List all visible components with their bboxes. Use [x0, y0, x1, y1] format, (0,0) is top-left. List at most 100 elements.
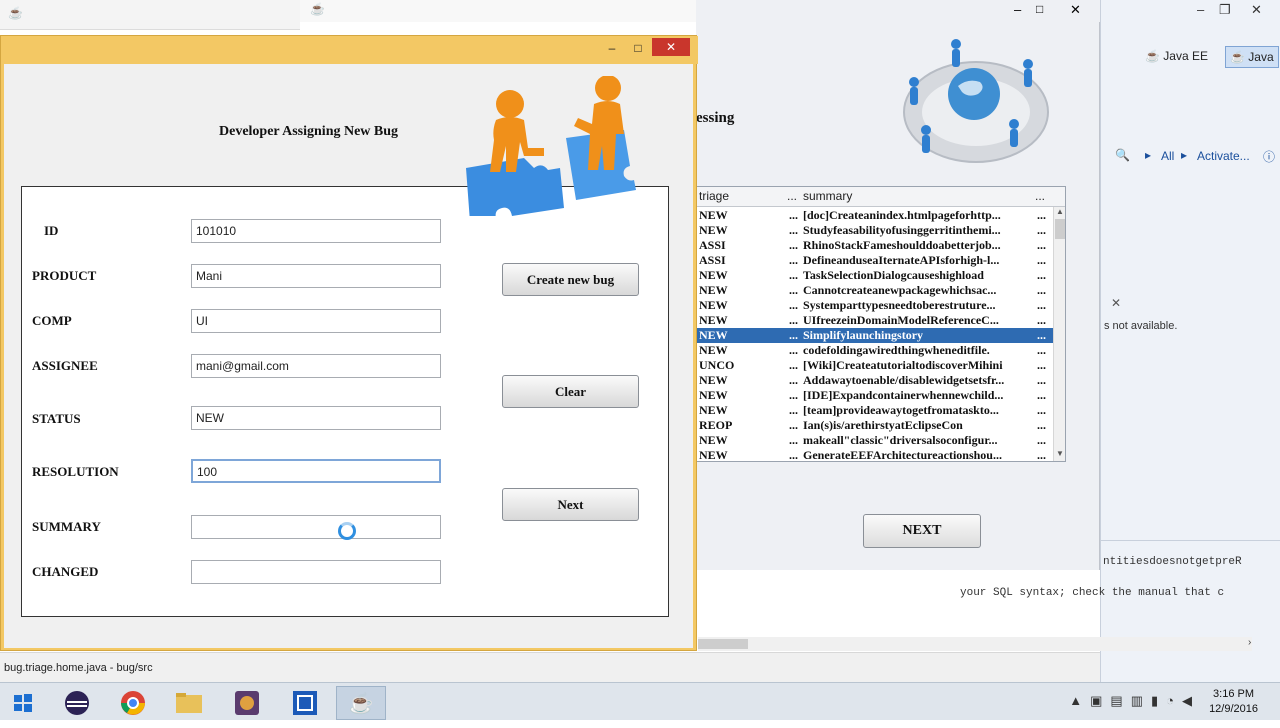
table-scrollbar[interactable]: ▲ ▼	[1053, 207, 1065, 461]
java-ide-taskbar-icon[interactable]	[222, 686, 272, 720]
cell-summary: DefineanduseaIternateAPIsforhigh-l...	[803, 253, 1000, 267]
assignee-field[interactable]: mani@gmail.com	[191, 354, 441, 378]
cell-ellipsis: ...	[789, 298, 798, 312]
scroll-thumb[interactable]	[698, 639, 748, 649]
column-header-triage[interactable]: triage	[699, 189, 729, 203]
cell-summary: Cannotcreateanewpackagewhichsac...	[803, 283, 997, 297]
java-ee-icon: ☕	[1145, 49, 1160, 63]
system-tray-icons[interactable]: ▲▣▤▥▮◔◀	[1069, 693, 1200, 709]
changed-field[interactable]	[191, 560, 441, 584]
field-label-id: ID	[44, 223, 59, 238]
scroll-up-icon[interactable]: ▲	[1056, 207, 1064, 216]
cell-ellipsis: ...	[789, 403, 798, 417]
create-new-bug-button[interactable]: Create new bug	[502, 263, 639, 296]
column-header-ellipsis[interactable]: ...	[787, 189, 797, 203]
minimize-icon[interactable]: –	[1014, 2, 1021, 17]
table-row[interactable]: NEW... TaskSelectionDialogcauseshighload.…	[697, 268, 1053, 283]
clear-button[interactable]: Clear	[502, 375, 639, 408]
table-row-selected[interactable]: NEW... Simplifylaunchingstory...	[697, 328, 1053, 343]
close-icon[interactable]: ✕	[1070, 2, 1081, 18]
file-explorer-taskbar-icon[interactable]	[164, 686, 214, 720]
status-field[interactable]: NEW	[191, 406, 441, 430]
search-icon[interactable]: 🔍	[1115, 148, 1130, 162]
close-view-icon[interactable]: ✕	[1111, 296, 1121, 310]
perspective-java-ee[interactable]: ☕ Java EE	[1141, 46, 1212, 68]
minimize-icon[interactable]: –	[1197, 2, 1204, 17]
chrome-taskbar-icon[interactable]	[108, 686, 158, 720]
cell-summary: makeall"classic"driversalsoconfigur...	[803, 433, 998, 447]
table-row[interactable]: NEW... makeall"classic"driversalsoconfigu…	[697, 433, 1053, 448]
cell-ellipsis: ...	[789, 388, 798, 402]
id-field[interactable]: 101010	[191, 219, 441, 243]
minimize-icon[interactable]: –	[601, 40, 623, 56]
triage-next-button[interactable]: NEXT	[863, 514, 981, 548]
cell-summary: UIfreezeinDomainModelReferenceC...	[803, 313, 999, 327]
windows-start-icon[interactable]	[0, 686, 46, 720]
cell-summary: [IDE]Expandcontainerwhennewchild...	[803, 388, 1004, 402]
cell-triage: NEW	[699, 283, 728, 297]
perspective-switcher: ☕ Java EE ☕ Java	[1107, 46, 1279, 68]
scroll-right-icon[interactable]: ›	[1248, 637, 1251, 648]
chevron-right-icon: ▸	[1181, 148, 1188, 162]
bug-table[interactable]: triage ... summary ... NEW... [doc]Create…	[696, 186, 1066, 462]
cell-summary: codefoldingawiredthingwheneditfile.	[803, 343, 990, 357]
table-row[interactable]: NEW... Cannotcreateanewpackagewhichsac...…	[697, 283, 1053, 298]
column-header-ellipsis[interactable]: ...	[1035, 189, 1045, 203]
table-row[interactable]: UNCO... [Wiki]CreateatutorialtodiscoverMi…	[697, 358, 1053, 373]
field-label-status: STATUS	[32, 411, 81, 426]
cell-triage: NEW	[699, 403, 728, 417]
horizontal-scrollbar[interactable]: ›	[698, 637, 1252, 651]
cell-ellipsis: ...	[789, 253, 798, 267]
java-app-icon: ☕	[8, 6, 23, 20]
java-app-taskbar-icon[interactable]: ☕	[336, 686, 386, 720]
table-row[interactable]: NEW... codefoldingawiredthingwheneditfile…	[697, 343, 1053, 358]
cell-ellipsis: ...	[1037, 238, 1046, 252]
clock-time: 3:16 PM	[1213, 688, 1255, 700]
system-clock[interactable]: 3:16 PM 12/9/2016	[1209, 687, 1258, 717]
table-row[interactable]: NEW... GenerateEEFArchitectureactionshou.…	[697, 448, 1053, 462]
form-title: Developer Assigning New Bug	[219, 124, 399, 139]
table-row[interactable]: ASSI... RhinoStackFameshoulddoabetterjob.…	[697, 238, 1053, 253]
help-icon[interactable]: ⓘ	[1263, 148, 1275, 165]
next-button[interactable]: Next	[502, 488, 639, 521]
scroll-down-icon[interactable]: ▼	[1056, 449, 1064, 458]
table-row[interactable]: NEW... UIfreezeinDomainModelReferenceC...…	[697, 313, 1053, 328]
table-row[interactable]: NEW... Studyfeasabilityofusinggerritinthe…	[697, 223, 1053, 238]
maximize-icon[interactable]: □	[627, 40, 649, 56]
cell-ellipsis: ...	[789, 268, 798, 282]
eclipse-taskbar-icon[interactable]	[52, 686, 102, 720]
activate-link[interactable]: Activate...	[1197, 149, 1250, 163]
table-row[interactable]: NEW... Systemparttypesneedtoberestruture.…	[697, 298, 1053, 313]
app-taskbar-icon[interactable]	[280, 686, 330, 720]
scroll-thumb[interactable]	[1055, 219, 1065, 239]
cell-summary: Studyfeasabilityofusinggerritinthemi...	[803, 223, 1001, 237]
table-row[interactable]: NEW... [team]provideawaytogetfromatasktо.…	[697, 403, 1053, 418]
cell-triage: NEW	[699, 298, 728, 312]
maximize-icon[interactable]: □	[1036, 2, 1043, 16]
cell-summary: [team]provideawaytogetfromatasktо...	[803, 403, 999, 417]
network-globe-graphic	[903, 39, 1049, 163]
cell-ellipsis: ...	[1037, 223, 1046, 237]
restore-icon[interactable]: ❐	[1219, 2, 1231, 18]
comp-field[interactable]: UI	[191, 309, 441, 333]
close-icon[interactable]: ✕	[652, 38, 690, 56]
field-label-summary: SUMMARY	[32, 519, 101, 534]
cell-triage: NEW	[699, 343, 728, 357]
table-row[interactable]: NEW... [IDE]Expandcontainerwhennewchild..…	[697, 388, 1053, 403]
cell-triage: NEW	[699, 448, 728, 462]
summary-field[interactable]	[191, 515, 441, 539]
table-row[interactable]: NEW... Addawaytoenable/disablewidgetsetsf…	[697, 373, 1053, 388]
window-titlebar[interactable]: – □ ✕	[1, 36, 698, 64]
resolution-field[interactable]: 100	[191, 459, 441, 483]
table-row[interactable]: NEW... [doc]Createanindex.htmlpageforhttp…	[697, 208, 1053, 223]
activation-bar: 🔍 ▸ All ▸ Activate... ⓘ	[1105, 148, 1279, 168]
table-row[interactable]: REOP... Ian(s)is/arethirstyatEclipseCon..…	[697, 418, 1053, 433]
field-label-changed: CHANGED	[32, 564, 99, 579]
perspective-java[interactable]: ☕ Java	[1225, 46, 1279, 68]
cell-triage: NEW	[699, 313, 728, 327]
close-icon[interactable]: ✕	[1251, 2, 1262, 18]
all-link[interactable]: All	[1161, 149, 1174, 163]
product-field[interactable]: Mani	[191, 264, 441, 288]
table-row[interactable]: ASSI... DefineanduseaIternateAPIsforhigh-…	[697, 253, 1053, 268]
column-header-summary[interactable]: summary	[803, 189, 852, 203]
